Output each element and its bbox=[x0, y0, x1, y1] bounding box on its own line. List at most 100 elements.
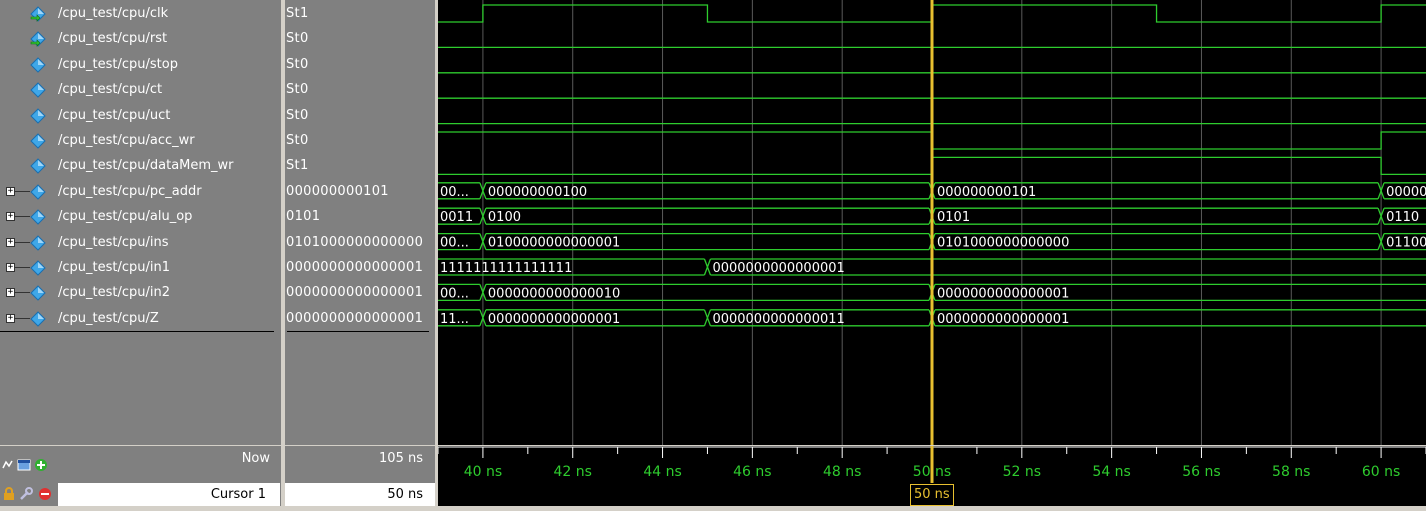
signal-value: 0000000000000001 bbox=[286, 260, 424, 275]
signal-value: 0000000000000001 bbox=[286, 310, 424, 326]
pane-divider[interactable] bbox=[281, 0, 285, 511]
delete-cursor-icon[interactable] bbox=[38, 487, 52, 501]
expand-icon[interactable]: + bbox=[6, 288, 15, 298]
ruler-label: 48 ns bbox=[823, 464, 861, 480]
signal-row[interactable]: /cpu_test/cpu/rst bbox=[0, 26, 281, 51]
signal-value: St1 bbox=[286, 158, 309, 174]
signal-name: /cpu_test/cpu/rst bbox=[58, 31, 168, 47]
signal-name: /cpu_test/cpu/pc_addr bbox=[58, 183, 202, 199]
time-ruler[interactable]: 40 ns 42 ns 44 ns 46 ns 48 ns 50 ns 52 ns 54 ns… bbox=[437, 446, 1426, 483]
bus-alu_op-value: 0011 bbox=[440, 210, 473, 225]
bus-ins-value: 01100 bbox=[1386, 236, 1426, 251]
input-port-icon bbox=[30, 6, 46, 22]
signal-diamond-icon bbox=[30, 57, 46, 73]
bus-alu_op-value: 0110 bbox=[1386, 210, 1419, 225]
signal-value: 0000000000000001 bbox=[286, 285, 424, 301]
ruler-label: 46 ns bbox=[733, 464, 771, 480]
add-wave-icon[interactable] bbox=[2, 458, 16, 472]
bus-alu_op-value: 0101 bbox=[937, 210, 970, 225]
signal-value: St0 bbox=[286, 133, 309, 148]
tree-connector bbox=[15, 317, 30, 319]
signal-diamond-icon bbox=[30, 285, 46, 302]
bus-pc_addr-value: 000000 bbox=[1386, 185, 1426, 200]
signal-row[interactable]: /cpu_test/cpu/clk bbox=[0, 1, 281, 26]
signal-row[interactable]: /cpu_test/cpu/dataMem_wr bbox=[0, 153, 281, 178]
tree-connector bbox=[15, 267, 30, 268]
expand-icon[interactable]: + bbox=[6, 263, 15, 272]
bus-pc_addr-value: 000000000101 bbox=[937, 185, 1036, 200]
ruler-label: 56 ns bbox=[1182, 464, 1220, 480]
ruler-label: 44 ns bbox=[643, 464, 681, 480]
signal-name: /cpu_test/cpu/in1 bbox=[58, 260, 171, 275]
add-cursor-icon[interactable] bbox=[34, 458, 48, 472]
bus-Z-value: 11... bbox=[440, 312, 469, 327]
tree-connector bbox=[15, 241, 30, 243]
signal-value: St0 bbox=[286, 56, 309, 72]
signal-value: St0 bbox=[286, 107, 309, 123]
now-label: Now bbox=[241, 451, 270, 466]
list-end-line bbox=[0, 331, 274, 333]
ruler-label: 54 ns bbox=[1092, 464, 1130, 480]
signal-row[interactable]: + /cpu_test/cpu/ins bbox=[0, 230, 281, 255]
wrench-icon[interactable] bbox=[19, 487, 33, 501]
signal-row[interactable]: /cpu_test/cpu/uct bbox=[0, 103, 281, 128]
bus-ins-value: 0100000000000001 bbox=[488, 236, 620, 251]
bus-in1-value: 1111111111111111 bbox=[440, 261, 572, 276]
now-value: 105 ns bbox=[379, 451, 423, 466]
signal-name: /cpu_test/cpu/ins bbox=[58, 234, 169, 250]
expand-icon[interactable]: + bbox=[6, 186, 15, 196]
expand-icon[interactable]: + bbox=[6, 313, 15, 323]
lock-icon[interactable] bbox=[2, 487, 16, 501]
signal-value: 0101000000000000 bbox=[286, 234, 424, 250]
signal-name: /cpu_test/cpu/dataMem_wr bbox=[58, 158, 234, 174]
cursor-time-value: 50 ns bbox=[285, 483, 423, 506]
signal-row[interactable]: + /cpu_test/cpu/in1 bbox=[0, 255, 281, 280]
signal-names-pane: /cpu_test/cpu/clk/cpu_test/cpu/rst/cpu_t… bbox=[0, 0, 281, 445]
ruler-label: 40 ns bbox=[464, 464, 502, 480]
signal-diamond-icon bbox=[30, 260, 46, 276]
signal-value: St0 bbox=[286, 31, 309, 47]
bus-ins-value: 00... bbox=[440, 236, 469, 251]
ruler-label: 42 ns bbox=[554, 464, 592, 480]
signal-row[interactable]: /cpu_test/cpu/stop bbox=[0, 52, 281, 77]
window-icon[interactable] bbox=[17, 458, 31, 472]
expand-icon[interactable]: + bbox=[6, 237, 15, 247]
signal-name: /cpu_test/cpu/alu_op bbox=[58, 209, 193, 225]
signal-row[interactable]: + /cpu_test/cpu/Z bbox=[0, 306, 281, 331]
tree-connector bbox=[15, 292, 30, 294]
signal-diamond-icon bbox=[30, 184, 46, 200]
signal-name: /cpu_test/cpu/ct bbox=[58, 82, 163, 98]
signal-values-pane: St1 St0 St0 St0 St0 St0 St1 000000000101 0101 010… bbox=[285, 0, 435, 445]
signal-diamond-icon bbox=[30, 82, 46, 98]
bus-in2-value: 0000000000000001 bbox=[937, 286, 1069, 301]
signal-name: /cpu_test/cpu/clk bbox=[58, 6, 169, 21]
waveform-pane[interactable]: 00... 000000000100 000000000101 000000 0011 0… bbox=[438, 0, 1426, 445]
signal-name: /cpu_test/cpu/uct bbox=[58, 107, 171, 123]
bus-alu_op-value: 0100 bbox=[488, 210, 521, 225]
signal-row[interactable]: /cpu_test/cpu/ct bbox=[0, 77, 281, 102]
signal-row[interactable]: /cpu_test/cpu/acc_wr bbox=[0, 128, 281, 153]
bus-Z-value: 0000000000000001 bbox=[937, 312, 1069, 327]
ruler-label: 52 ns bbox=[1003, 464, 1041, 480]
input-port-icon bbox=[30, 31, 46, 48]
signal-value: St1 bbox=[286, 6, 309, 21]
signal-diamond-icon bbox=[30, 209, 46, 225]
cursor-time-box[interactable]: 50 ns bbox=[910, 484, 954, 506]
signal-name: /cpu_test/cpu/acc_wr bbox=[58, 133, 195, 148]
signal-value: St0 bbox=[286, 82, 309, 98]
signal-name: /cpu_test/cpu/stop bbox=[58, 56, 178, 72]
bus-ins-value: 0101000000000000 bbox=[937, 236, 1069, 251]
expand-icon[interactable]: + bbox=[6, 212, 15, 222]
signal-diamond-icon bbox=[30, 107, 46, 124]
tree-connector bbox=[15, 216, 30, 218]
cursor-strip[interactable]: 50 ns bbox=[438, 483, 1426, 506]
bus-Z-value: 0000000000000011 bbox=[712, 312, 844, 327]
cursor-name[interactable]: Cursor 1 bbox=[58, 483, 266, 506]
signal-diamond-icon bbox=[30, 158, 46, 175]
signal-row[interactable]: + /cpu_test/cpu/alu_op bbox=[0, 204, 281, 229]
signal-diamond-icon bbox=[30, 311, 46, 327]
bus-in2-value: 00... bbox=[440, 286, 469, 301]
signal-row[interactable]: + /cpu_test/cpu/pc_addr bbox=[0, 179, 281, 204]
list-end-line bbox=[287, 331, 429, 333]
signal-row[interactable]: + /cpu_test/cpu/in2 bbox=[0, 280, 281, 305]
